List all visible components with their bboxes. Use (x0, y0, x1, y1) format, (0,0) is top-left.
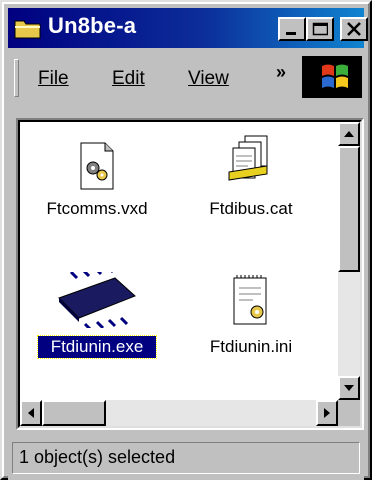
minimize-button[interactable] (278, 17, 306, 41)
folder-icon (14, 20, 41, 39)
arrow-up-icon (344, 131, 354, 137)
arrow-left-icon (28, 408, 34, 418)
catalog-file-icon (228, 135, 268, 181)
file-item-ftdibus[interactable]: Ftdibus.cat (196, 134, 306, 220)
chip-exe-icon (58, 272, 136, 328)
menu-file-label: File (38, 68, 69, 89)
toolbar-overflow-chevron[interactable]: » (276, 62, 286, 83)
menu-view-label: View (188, 68, 229, 89)
window-frame: Un8be-a File Edit View » Ftcomms.vxd Ftd… (2, 2, 370, 480)
ini-settings-icon (233, 275, 267, 325)
file-name-ftdibus: Ftdibus.cat (209, 199, 293, 218)
file-name-ftcomms: Ftcomms.vxd (46, 199, 148, 218)
close-icon (347, 22, 361, 36)
menu-edit-label: Edit (112, 68, 145, 89)
scroll-left-button[interactable] (20, 400, 42, 426)
horizontal-scrollbar[interactable] (20, 400, 338, 426)
file-name-ftdiunin-exe: Ftdiunin.exe (37, 335, 157, 359)
file-view-pane[interactable]: Ftcomms.vxd Ftdibus.cat Ftdiunin.exe Ftd… (16, 118, 364, 430)
scroll-down-button[interactable] (338, 376, 360, 400)
status-text: 1 object(s) selected (12, 442, 360, 474)
file-item-ftcomms[interactable]: Ftcomms.vxd (42, 142, 152, 220)
scroll-up-button[interactable] (338, 122, 360, 146)
scroll-right-button[interactable] (316, 400, 338, 426)
menu-file[interactable]: File (38, 68, 69, 90)
arrow-right-icon (324, 408, 330, 418)
window-title: Un8be-a (48, 13, 137, 38)
vertical-scrollbar[interactable] (338, 122, 360, 400)
file-name-ftdiunin-ini: Ftdiunin.ini (209, 337, 293, 356)
status-bar: 1 object(s) selected (8, 436, 364, 480)
minimize-icon (286, 32, 296, 35)
menu-bar: File Edit View » (8, 52, 364, 102)
arrow-down-icon (344, 385, 354, 391)
file-item-ftdiunin-exe[interactable]: Ftdiunin.exe (37, 272, 157, 359)
windows-logo-icon (302, 56, 362, 98)
explorer-window: Un8be-a File Edit View » Ftcomms.vxd Ftd… (0, 0, 372, 480)
vertical-scroll-thumb[interactable] (338, 146, 360, 272)
file-view-inner: Ftcomms.vxd Ftdibus.cat Ftdiunin.exe Ftd… (18, 120, 362, 428)
file-item-ftdiunin-ini[interactable]: Ftdiunin.ini (196, 274, 306, 358)
system-file-icon (80, 142, 114, 190)
menu-grip[interactable] (14, 59, 19, 97)
title-bar[interactable]: Un8be-a (8, 8, 368, 48)
menu-view[interactable]: View (188, 68, 229, 90)
scrollbar-corner (338, 400, 360, 426)
close-button[interactable] (340, 17, 368, 41)
maximize-button[interactable] (306, 17, 334, 41)
menu-edit[interactable]: Edit (112, 68, 145, 90)
horizontal-scroll-thumb[interactable] (42, 400, 106, 426)
maximize-icon (312, 22, 328, 36)
